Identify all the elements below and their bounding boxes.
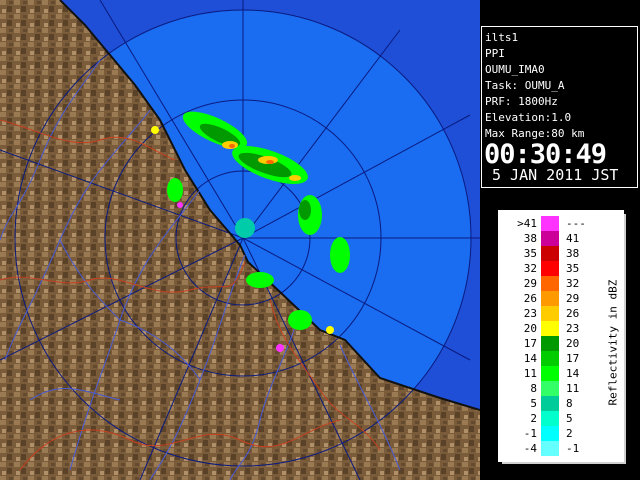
legend-row-lo: 17 [523,337,537,350]
legend-title: Reflectivity in dBZ [606,279,620,406]
legend-row-lo: 11 [523,367,537,380]
elevation-value: Elevation:1.0 [485,111,572,124]
legend-row-lo: 23 [523,307,537,320]
legend-color-swatch [541,306,559,321]
legend-color-swatch [541,381,559,396]
legend-color-swatch [541,426,559,441]
legend-color-swatch [541,216,559,231]
legend-row-lo: 14 [523,352,537,365]
legend-row-lo: 32 [523,262,537,275]
legend-row-lo: 38 [523,232,537,245]
legend-row-lo: 26 [523,292,537,305]
legend-row-hi: 35 [566,262,580,275]
legend-row-lo: 5 [530,397,537,410]
scan-info-panel: ilts1 PPI OUMU_IMA0 Task: OUMU_A PRF: 18… [481,26,638,188]
scan-type: PPI [485,47,505,60]
legend-row-hi: 26 [566,307,580,320]
legend-row-lo: 20 [523,322,537,335]
legend-row-hi: 2 [566,427,573,440]
legend-color-swatch [541,336,559,351]
legend-color-swatch [541,276,559,291]
legend-row-hi: 5 [566,412,573,425]
legend-color-swatch [541,411,559,426]
legend-row-hi: 14 [566,367,580,380]
legend-color-swatch [541,351,559,366]
legend-row-hi: 20 [566,337,580,350]
legend-color-swatch [541,441,559,456]
legend-row-lo: 35 [523,247,537,260]
legend-color-swatch [541,291,559,306]
legend-row-hi: 38 [566,247,580,260]
radar-map[interactable] [0,0,480,480]
task-name: Task: OUMU_A [485,79,565,92]
legend-color-swatch [541,366,559,381]
legend-row-hi: 8 [566,397,573,410]
legend-row-hi: 23 [566,322,580,335]
legend-row-hi: --- [566,217,586,230]
legend-color-swatch [541,231,559,246]
legend-row-lo: >41 [517,217,537,230]
legend-row-lo: 8 [530,382,537,395]
legend-row-lo: 29 [523,277,537,290]
legend-title-box: Reflectivity in dBZ [603,279,620,411]
legend-color-swatch [541,396,559,411]
prf-value: PRF: 1800Hz [485,95,558,108]
legend-row-hi: 11 [566,382,580,395]
scan-time: 00:30:49 [484,139,607,170]
legend-row-hi: 17 [566,352,580,365]
legend-row-hi: 41 [566,232,580,245]
legend-row-hi: 29 [566,292,580,305]
scan-date: 5 JAN 2011 JST [492,166,619,184]
legend-row-lo: -1 [523,427,537,440]
legend-row-lo: 2 [530,412,537,425]
radar-map-canvas [0,0,480,480]
legend-color-swatch [541,321,559,336]
site-name: ilts1 [485,31,519,44]
legend-color-swatch [541,246,559,261]
legend-row-hi: 32 [566,277,580,290]
reflectivity-legend: >41 --- 38 41 35 38 32 35 29 32 26 29 23 26 20 23 17 20 14… [498,210,624,462]
legend-row-hi: -1 [566,442,580,455]
legend-color-swatch [541,261,559,276]
volume-name: OUMU_IMA0 [485,63,545,76]
legend-row-lo: -4 [523,442,537,455]
